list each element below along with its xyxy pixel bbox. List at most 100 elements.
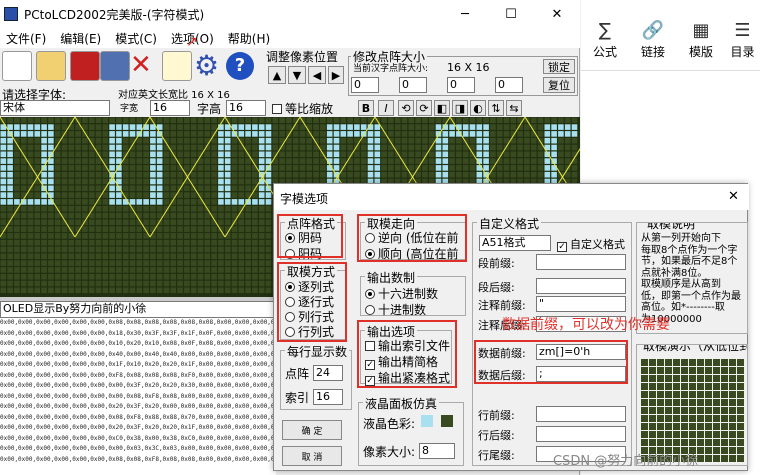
field-input[interactable] — [536, 278, 626, 294]
proportional-check[interactable]: 等比缩放 — [272, 100, 333, 117]
custom-format-check[interactable]: 自定义格式 — [557, 236, 625, 252]
notes-icon[interactable] — [162, 51, 192, 81]
shift-down-button[interactable]: ▼ — [288, 66, 306, 84]
shift-right-button[interactable]: ▶ — [328, 66, 344, 84]
field-input[interactable]: " — [536, 296, 626, 312]
field-input[interactable] — [536, 254, 626, 270]
lcd-pixel — [177, 260, 183, 266]
lcd-pixel — [20, 273, 27, 280]
settings-gear-icon[interactable]: ⚙ — [194, 50, 219, 82]
size-spin-2[interactable]: 0 — [399, 77, 427, 93]
lcd-pixel — [265, 158, 272, 164]
width-select[interactable]: 16 — [150, 100, 190, 116]
lcd-pixel — [102, 233, 109, 239]
rotate-button-2[interactable]: ⟳ — [416, 100, 432, 116]
lcd-color-on-swatch[interactable] — [421, 415, 433, 427]
radio-button[interactable] — [365, 305, 375, 315]
lcd-pixel — [224, 158, 231, 164]
minimize-button[interactable]: ─ — [442, 0, 488, 28]
generate-icon[interactable] — [100, 51, 130, 81]
lcd-pixel — [116, 267, 122, 273]
lcd-pixel — [238, 273, 245, 280]
lcd-pixel — [190, 124, 197, 130]
field-input[interactable] — [536, 426, 626, 442]
lcd-pixel — [116, 280, 122, 287]
mirror-button-1[interactable]: ◧ — [434, 100, 450, 116]
shift-left-button[interactable]: ◀ — [308, 66, 326, 84]
size-spin-4[interactable]: 0 — [495, 77, 523, 93]
lcd-color-off-swatch[interactable] — [441, 415, 453, 427]
reset-button[interactable]: 复位 — [543, 77, 575, 93]
help-icon[interactable]: ? — [226, 52, 254, 80]
lcd-pixel — [401, 151, 408, 158]
shift-up-button[interactable]: ▲ — [268, 66, 286, 84]
ok-button[interactable]: 确 定 — [282, 420, 342, 440]
template-item[interactable]: ▦ 模版 — [677, 20, 725, 68]
lcd-pixel — [503, 158, 510, 164]
lcd-pixel — [184, 158, 190, 164]
save-icon[interactable] — [70, 51, 100, 81]
size-spin-3[interactable]: 0 — [447, 77, 475, 93]
lcd-pixel — [408, 124, 415, 130]
lcd-pixel — [238, 185, 245, 192]
toc-item[interactable]: ☰ 目录 — [725, 20, 760, 68]
lcd-pixel — [41, 192, 47, 198]
lcd-pixel — [41, 239, 47, 246]
radio-button[interactable] — [365, 289, 375, 299]
new-file-icon[interactable] — [2, 51, 32, 81]
lcd-pixel — [211, 158, 217, 164]
demo-pixel — [705, 359, 712, 366]
lcd-pixel — [129, 226, 136, 232]
lcd-pixel — [20, 287, 27, 294]
dialog-close-icon[interactable]: ✕ — [728, 189, 739, 204]
lcd-pixel — [252, 199, 258, 205]
demo-pixel — [737, 415, 744, 422]
lcd-pixel — [224, 246, 231, 253]
size-spin-1[interactable]: 0 — [351, 77, 379, 93]
menu-help[interactable]: 帮助(H) — [228, 30, 270, 47]
height-select[interactable]: 16 — [226, 100, 266, 116]
base-dec[interactable]: 十进制数 — [365, 301, 426, 318]
maximize-button[interactable]: ☐ — [488, 0, 534, 28]
dot-per-line-select[interactable]: 24 — [313, 365, 343, 381]
italic-button[interactable]: I — [378, 100, 394, 116]
lcd-pixel — [102, 287, 109, 294]
lcd-pixel — [428, 171, 435, 178]
link-item[interactable]: 🔗 链接 — [629, 20, 677, 68]
proportional-checkbox[interactable] — [272, 104, 282, 114]
formula-item[interactable]: ∑ 公式 — [581, 20, 629, 68]
text-input[interactable]: OLED显示By努力向前的小徐 — [0, 301, 276, 318]
pixel-size-select[interactable]: 8 — [419, 443, 455, 459]
menu-file[interactable]: 文件(F) — [6, 30, 46, 47]
flip-button-1[interactable]: ⇅ — [488, 100, 504, 116]
lock-button[interactable]: 锁定 — [543, 59, 575, 74]
lcd-pixel — [163, 267, 170, 273]
open-folder-icon[interactable] — [36, 51, 66, 81]
lcd-pixel — [54, 287, 61, 294]
close-button[interactable]: ✕ — [534, 0, 580, 28]
code-output[interactable]: 0x00,0x00,0x00,0x00,0x00,0x00,0x08,0x08,… — [0, 318, 276, 475]
base-hex[interactable]: 十六进制数 — [365, 285, 438, 302]
lcd-pixel — [122, 273, 129, 280]
lcd-pixel — [503, 131, 510, 137]
font-select[interactable]: 宋体 — [0, 100, 110, 116]
lcd-pixel — [82, 260, 88, 266]
format-select[interactable]: A51格式 — [479, 235, 551, 251]
menu-edit[interactable]: 编辑(E) — [60, 30, 101, 47]
demo-pixel — [641, 423, 648, 430]
bold-button[interactable]: B — [358, 100, 374, 116]
rotate-button-1[interactable]: ⟲ — [398, 100, 414, 116]
field-input[interactable] — [536, 406, 626, 422]
cancel-button[interactable]: 取 消 — [282, 446, 342, 466]
checkbox[interactable] — [557, 242, 567, 252]
menu-mode[interactable]: 模式(C) — [115, 30, 157, 47]
lcd-pixel — [469, 124, 476, 130]
lcd-pixel — [320, 117, 326, 124]
lcd-pixel — [252, 253, 258, 260]
delete-icon[interactable]: ✕ — [130, 50, 152, 80]
mirror-button-2[interactable]: ◨ — [452, 100, 468, 116]
index-per-line-select[interactable]: 16 — [313, 389, 343, 405]
flip-button-2[interactable]: ⇆ — [506, 100, 522, 116]
lcd-pixel — [537, 171, 544, 178]
invert-button[interactable]: ◐ — [470, 100, 486, 116]
